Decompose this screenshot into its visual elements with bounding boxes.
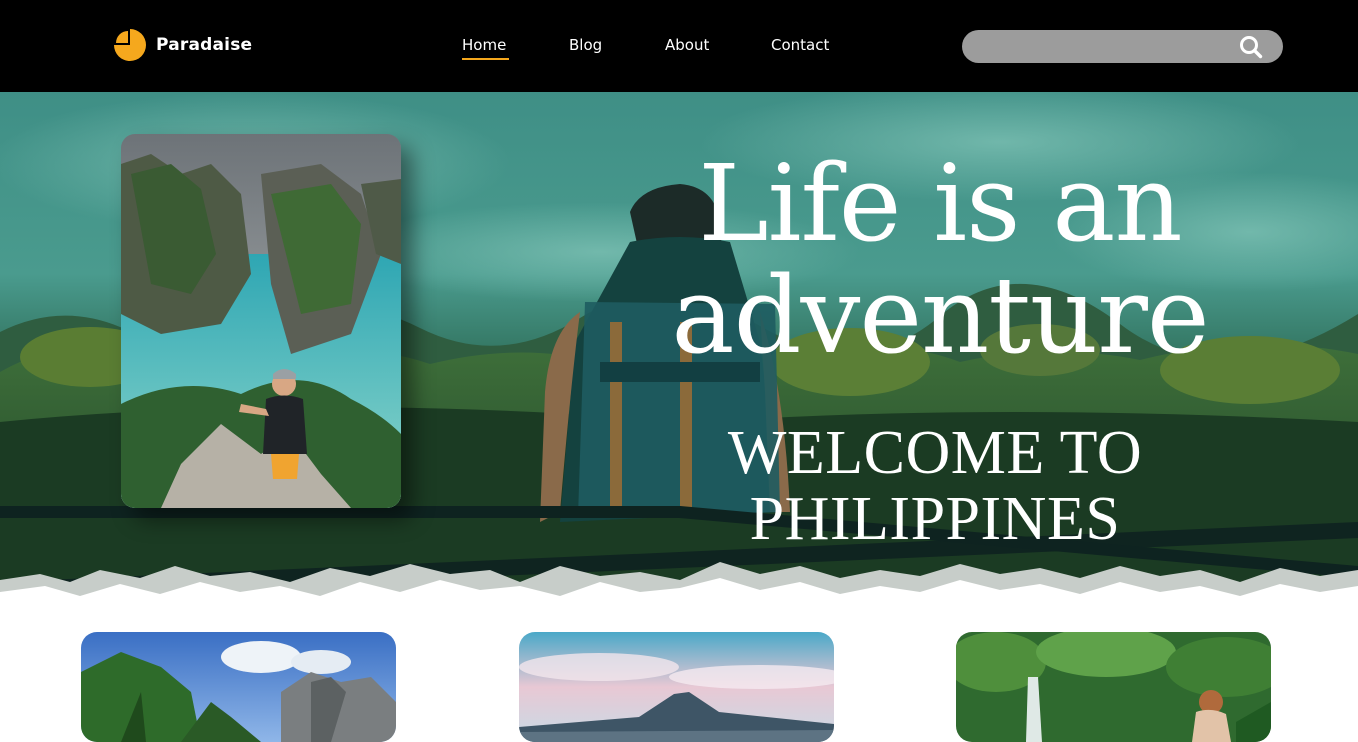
search-input[interactable] — [962, 30, 1232, 63]
hero-featured-photo — [121, 134, 401, 508]
nav-home[interactable]: Home — [462, 36, 506, 54]
hero-title-line-1: Life is an — [698, 142, 1182, 265]
nav-contact[interactable]: Contact — [771, 36, 829, 54]
logo-icon — [114, 29, 146, 61]
hero-subtitle: WELCOME TO PHILIPPINES — [727, 419, 1143, 553]
nav-active-indicator — [462, 58, 509, 60]
limestone-cliffs-image — [81, 632, 396, 742]
nav-blog[interactable]: Blog — [569, 36, 602, 54]
search-icon[interactable] — [1239, 35, 1263, 59]
destination-card-2[interactable] — [519, 632, 834, 742]
waterfall-image — [956, 632, 1271, 742]
navbar: Paradaise Home Blog About Contact — [0, 0, 1358, 92]
brand-name: Paradaise — [156, 35, 253, 55]
torn-paper-edge — [0, 562, 1358, 612]
search-bar — [962, 30, 1283, 63]
hero-title-line-2: adventure — [671, 254, 1209, 377]
destination-card-3[interactable] — [956, 632, 1271, 742]
nav-about[interactable]: About — [665, 36, 709, 54]
destination-card-1[interactable] — [81, 632, 396, 742]
lagoon-photo — [121, 134, 401, 508]
hero-title: Life is an adventure — [560, 148, 1320, 372]
brand-logo[interactable]: Paradaise — [113, 28, 252, 62]
volcano-image — [519, 632, 834, 742]
